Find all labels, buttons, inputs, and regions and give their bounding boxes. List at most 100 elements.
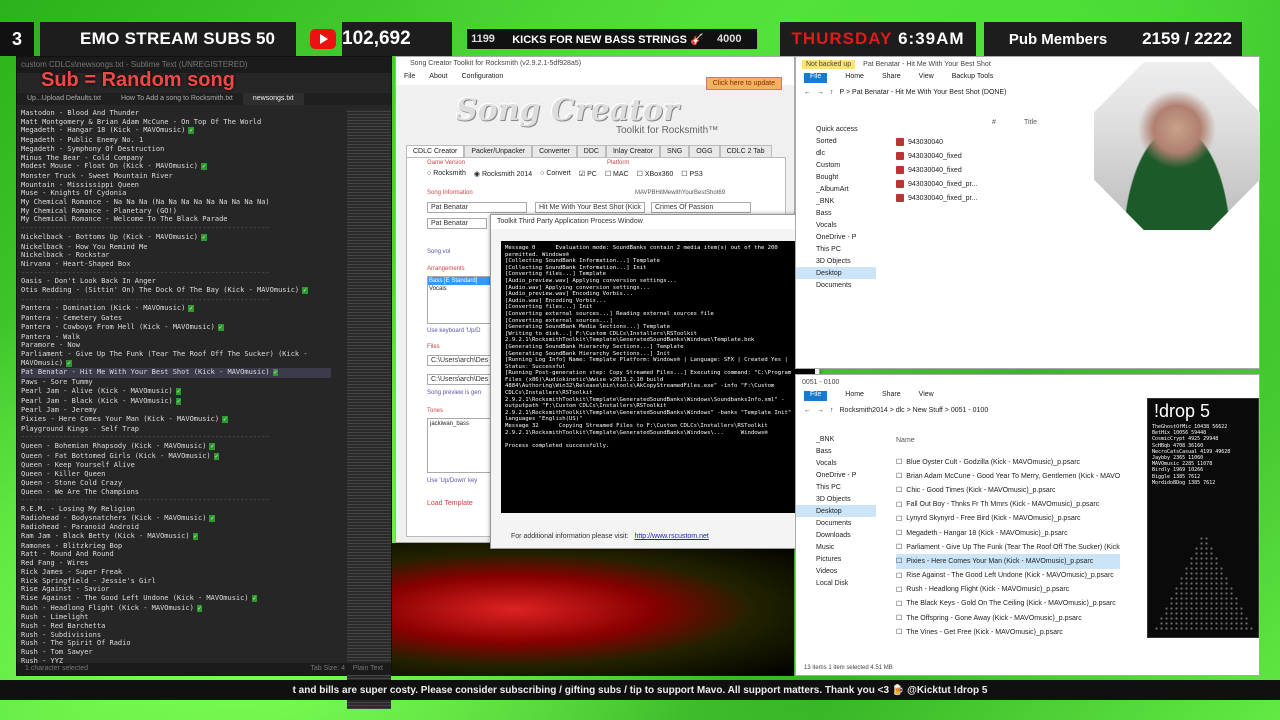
file-item[interactable]: 943030040_fixed: [896, 163, 977, 177]
up-arrow-icon[interactable]: ↑: [830, 407, 834, 414]
ribbon-share[interactable]: Share: [882, 391, 901, 401]
status-tabsize[interactable]: Tab Size: 4: [310, 665, 345, 672]
code-line[interactable]: Pantera - Domination (Kick - MAVOmusic) ✓: [21, 304, 331, 314]
address-path[interactable]: Rocksmith2014 > dlc > New Stuff > 0051 -…: [840, 407, 989, 414]
checkbox-icon[interactable]: ☐: [896, 472, 902, 480]
title-field[interactable]: Hit Me With Your Best Shot (Kick: [535, 202, 645, 213]
file-item[interactable]: ☐ Chic - Good Times (Kick - MAVOmusic)_p.…: [896, 483, 1120, 497]
nav-item[interactable]: Bought: [796, 171, 876, 183]
checkbox-icon[interactable]: ☐: [896, 586, 902, 594]
code-line[interactable]: Megadeth - Public Enemy No. 1: [21, 136, 331, 145]
tab-how-to[interactable]: How To Add a song to Rocksmith.txt: [111, 93, 243, 105]
nav-item[interactable]: Documents: [796, 517, 876, 529]
ribbon-view[interactable]: View: [919, 391, 934, 401]
nav-item[interactable]: Desktop: [796, 505, 876, 517]
code-line[interactable]: Parliament - Give Up The Funk (Tear The …: [21, 350, 331, 359]
ribbon-home[interactable]: Home: [845, 391, 864, 401]
arrangements-list[interactable]: Bass [E Standard] Vocals: [427, 276, 493, 324]
code-line[interactable]: Otis Redding - (Sittin' On) The Dock Of …: [21, 286, 331, 296]
code-line[interactable]: Rush - The Spirit Of Radio: [21, 639, 331, 648]
nav-item[interactable]: This PC: [796, 481, 876, 493]
checkbox-icon[interactable]: ☐: [896, 600, 902, 608]
nav-item[interactable]: Downloads: [796, 529, 876, 541]
checkbox-icon[interactable]: ☐: [896, 486, 902, 494]
code-line[interactable]: Rise Against - The Good Left Undone (Kic…: [21, 594, 331, 604]
radio-rocksmith[interactable]: ○ Rocksmith: [427, 170, 466, 178]
code-line[interactable]: My Chemical Romance - Na Na Na (Na Na Na…: [21, 198, 331, 207]
nav-item[interactable]: 3D Objects: [796, 493, 876, 505]
nav-item[interactable]: dlc: [796, 147, 876, 159]
code-line[interactable]: Pantera - Cemetery Gates: [21, 314, 331, 323]
file-item[interactable]: 943030040: [896, 135, 977, 149]
file-item[interactable]: ☐ Parliament - Give Up The Funk (Tear The…: [896, 540, 1120, 554]
tone-item[interactable]: jackiwan_bass: [430, 421, 469, 427]
arrangement-vocals[interactable]: Vocals: [428, 285, 492, 293]
minimap[interactable]: [347, 109, 391, 709]
menu-about[interactable]: About: [429, 73, 447, 83]
code-line[interactable]: MAVOmusic) ✓: [21, 359, 331, 369]
menu-configuration[interactable]: Configuration: [462, 73, 504, 83]
file-item[interactable]: ☐ Lynyrd Skynyrd - Free Bird (Kick - MAVO…: [896, 512, 1120, 526]
code-line[interactable]: Pearl Jam - Jeremy: [21, 406, 331, 415]
code-line[interactable]: Nickelback - Bottoms Up (Kick - MAVOmusi…: [21, 233, 331, 243]
tab-newsongs[interactable]: newsongs.txt: [242, 93, 304, 105]
code-line[interactable]: Queen - Keep Yourself Alive: [21, 461, 331, 470]
code-line[interactable]: ----------------------------------------…: [21, 496, 331, 505]
back-arrow-icon[interactable]: ←: [804, 89, 811, 96]
code-line[interactable]: Ram Jam - Black Betty (Kick - MAVOmusic)…: [21, 532, 331, 542]
forward-arrow-icon[interactable]: →: [817, 407, 824, 414]
nav-item[interactable]: Pictures: [796, 553, 876, 565]
code-line[interactable]: Paramore - Now: [21, 341, 331, 350]
code-line[interactable]: Mastodon - Blood And Thunder: [21, 109, 331, 118]
checkbox-icon[interactable]: ☐: [896, 458, 902, 466]
editor-text[interactable]: Mastodon - Blood And Thunder Matt Montgom…: [21, 109, 331, 709]
file-item[interactable]: 943030040_fixed_pr...: [896, 177, 977, 191]
check-xbox[interactable]: ☐ XBox360: [637, 170, 674, 178]
ribbon-share[interactable]: Share: [882, 73, 901, 83]
code-line[interactable]: Ratt - Round And Round: [21, 550, 331, 559]
ribbon-file[interactable]: File: [804, 391, 828, 401]
code-line[interactable]: Rick James - Super Freak: [21, 568, 331, 577]
col-title[interactable]: Title: [1024, 119, 1037, 126]
code-line[interactable]: Muse - Knights Of Cydonia: [21, 189, 331, 198]
sublime-text-window[interactable]: custom CDLCs\newsongs.txt - Sublime Text…: [16, 56, 392, 709]
checkbox-icon[interactable]: ☐: [896, 557, 902, 565]
nav-item[interactable]: OneDrive - P: [796, 231, 876, 243]
code-line[interactable]: Playground Kings - Self Trap: [21, 425, 331, 434]
checkbox-icon[interactable]: ☐: [896, 614, 902, 622]
code-line[interactable]: Minus The Bear - Cold Company: [21, 154, 331, 163]
process-window[interactable]: Toolkit Third Party Application Process …: [490, 214, 820, 549]
nav-item[interactable]: Sorted: [796, 135, 876, 147]
checkbox-icon[interactable]: ☐: [896, 543, 902, 551]
nav-item[interactable]: _BNK: [796, 195, 876, 207]
update-button[interactable]: Click here to update: [705, 77, 782, 90]
file-item[interactable]: ☐ The Vines - Get Free (Kick - MAVOmusic)…: [896, 625, 1120, 639]
backup-warning[interactable]: Not backed up: [802, 59, 856, 69]
code-line[interactable]: Nirvana - Heart-Shaped Box: [21, 260, 331, 269]
code-line[interactable]: Pixies - Here Comes Your Man (Kick - MAV…: [21, 415, 331, 425]
nav-item[interactable]: Bass: [796, 445, 876, 457]
nav-item[interactable]: Music: [796, 541, 876, 553]
album-field[interactable]: Crimes Of Passion: [651, 202, 751, 213]
ribbon-home[interactable]: Home: [845, 73, 864, 83]
file-item[interactable]: ☐ Fall Out Boy - Thnks Fr Th Mmrs (Kick -…: [896, 498, 1120, 512]
code-line[interactable]: My Chemical Romance - Welcome To The Bla…: [21, 215, 331, 224]
code-line[interactable]: Ramones - Blitzkrieg Bop: [21, 542, 331, 551]
code-line[interactable]: Queen - We Are The Champions: [21, 488, 331, 497]
code-line[interactable]: ----------------------------------------…: [21, 224, 331, 233]
code-line[interactable]: Megadeth - Symphony Of Destruction: [21, 145, 331, 154]
file-item[interactable]: ☐ Rush - Headlong Flight (Kick - MAVOmusi…: [896, 583, 1120, 597]
code-line[interactable]: Paws - Sore Tummy: [21, 378, 331, 387]
nav-item[interactable]: Custom: [796, 159, 876, 171]
nav-item[interactable]: _BNK: [796, 433, 876, 445]
ribbon-file[interactable]: File: [804, 73, 828, 83]
check-pc[interactable]: ☑ PC: [579, 170, 597, 178]
ribbon-backup[interactable]: Backup Tools: [952, 73, 994, 83]
nav-item[interactable]: Desktop: [796, 267, 876, 279]
col-number[interactable]: #: [992, 119, 996, 126]
nav-item[interactable]: OneDrive - P: [796, 469, 876, 481]
code-line[interactable]: Rush - Limelight: [21, 613, 331, 622]
code-line[interactable]: Rise Against - Savior: [21, 585, 331, 594]
check-ps3[interactable]: ☐ PS3: [681, 170, 702, 178]
address-path[interactable]: P > Pat Benatar - Hit Me With Your Best …: [840, 89, 1007, 96]
